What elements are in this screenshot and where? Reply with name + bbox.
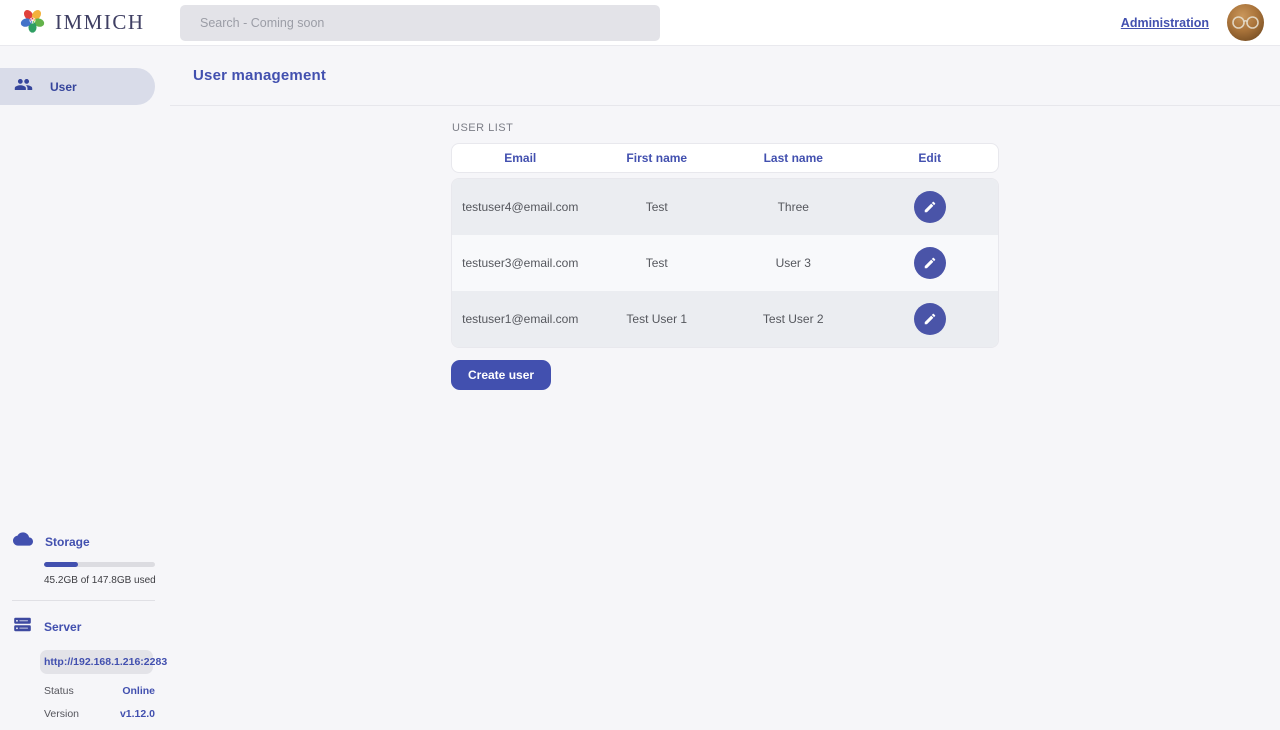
- user-table-header: Email First name Last name Edit: [451, 143, 999, 173]
- sidebar-status-panel: Storage 45.2GB of 147.8GB used: [0, 529, 170, 720]
- cell-email: testuser4@email.com: [452, 200, 589, 214]
- cell-last-name: Three: [725, 200, 862, 214]
- storage-usage-text: 45.2GB of 147.8GB used: [44, 575, 170, 586]
- user-list-section: USER LIST Email First name Last name Edi…: [451, 106, 999, 390]
- cell-email: testuser1@email.com: [452, 312, 589, 326]
- version-label: Version: [44, 708, 79, 720]
- topbar: IMMICH Administration: [0, 0, 1280, 46]
- server-widget-header: Server: [0, 615, 170, 639]
- server-version-row: Version v1.12.0: [44, 708, 155, 720]
- pencil-icon: [923, 256, 937, 270]
- server-status-row: Status Online: [44, 685, 155, 697]
- brand[interactable]: IMMICH: [0, 7, 180, 39]
- storage-progress-bar: [44, 562, 155, 567]
- content-area: User Storage 45.2GB of 147.8GB used: [0, 46, 1280, 730]
- pencil-icon: [923, 312, 937, 326]
- cell-first-name: Test: [589, 256, 726, 270]
- create-user-button[interactable]: Create user: [451, 360, 551, 390]
- cell-first-name: Test: [589, 200, 726, 214]
- administration-link[interactable]: Administration: [1121, 16, 1209, 30]
- table-row: testuser1@email.com Test User 1 Test Use…: [452, 291, 998, 347]
- column-header-edit: Edit: [862, 151, 999, 165]
- table-row: testuser4@email.com Test Three: [452, 179, 998, 235]
- cell-edit: [862, 247, 999, 279]
- sidebar: User Storage 45.2GB of 147.8GB used: [0, 46, 170, 730]
- status-label: Status: [44, 685, 74, 697]
- sidebar-item-user[interactable]: User: [0, 68, 155, 105]
- immich-flower-logo-icon: [19, 7, 46, 39]
- storage-progress-fill: [44, 562, 78, 567]
- brand-wordmark: IMMICH: [55, 10, 145, 35]
- sidebar-item-label: User: [50, 80, 77, 94]
- page-title: User management: [193, 67, 326, 84]
- section-title: USER LIST: [452, 122, 999, 134]
- server-url-badge: http://192.168.1.216:2283: [40, 650, 153, 674]
- search-input[interactable]: [180, 5, 660, 41]
- edit-user-button[interactable]: [914, 191, 946, 223]
- status-value: Online: [122, 685, 155, 697]
- storage-title: Storage: [45, 535, 90, 549]
- cell-edit: [862, 303, 999, 335]
- sidebar-divider: [12, 600, 155, 601]
- user-table-body: testuser4@email.com Test Three te: [451, 178, 999, 348]
- glasses-on-wood-image: [1231, 15, 1260, 30]
- page: IMMICH Administration User: [0, 0, 1280, 730]
- user-avatar[interactable]: [1227, 4, 1264, 41]
- column-header-email: Email: [452, 151, 589, 165]
- column-header-last-name: Last name: [725, 151, 862, 165]
- cell-email: testuser3@email.com: [452, 256, 589, 270]
- cloud-icon: [13, 529, 33, 554]
- server-title: Server: [44, 620, 81, 634]
- page-header: User management: [170, 46, 1280, 106]
- server-icon: [13, 615, 32, 639]
- main-panel: User management USER LIST Email First na…: [170, 46, 1280, 730]
- edit-user-button[interactable]: [914, 247, 946, 279]
- column-header-first-name: First name: [589, 151, 726, 165]
- cell-last-name: Test User 2: [725, 312, 862, 326]
- storage-widget-header: Storage: [0, 529, 170, 554]
- cell-edit: [862, 191, 999, 223]
- pencil-icon: [923, 200, 937, 214]
- users-icon: [14, 75, 33, 99]
- table-row: testuser3@email.com Test User 3: [452, 235, 998, 291]
- cell-last-name: User 3: [725, 256, 862, 270]
- version-value: v1.12.0: [120, 708, 155, 720]
- edit-user-button[interactable]: [914, 303, 946, 335]
- cell-first-name: Test User 1: [589, 312, 726, 326]
